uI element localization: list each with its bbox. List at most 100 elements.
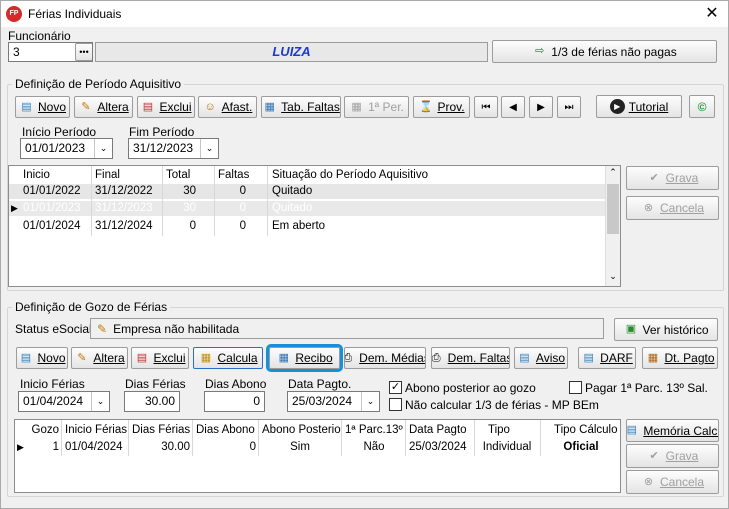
- darf-button[interactable]: ▤ DARF: [578, 347, 636, 369]
- esocial-label: Status eSocial:: [15, 322, 96, 336]
- doc-icon: ▤: [519, 351, 530, 364]
- col-divider: [192, 420, 193, 456]
- col-data-pagto: Data Pagto: [409, 424, 467, 436]
- grava-gozo-button[interactable]: ✔ Grava: [626, 444, 719, 468]
- dt-pagto-button[interactable]: ▦ Dt. Pagto: [642, 347, 718, 369]
- parc13-checkbox[interactable]: [569, 381, 582, 394]
- close-icon[interactable]: ✕: [701, 3, 723, 25]
- cell-parc13: Não: [363, 441, 385, 453]
- primeira-per-label: 1ª Per.: [368, 100, 404, 114]
- person-icon: ☺: [204, 100, 216, 113]
- exclui-label: Exclui: [159, 100, 192, 114]
- inicio-ferias-value: 01/04/2024: [23, 394, 84, 408]
- dias-abono-input[interactable]: 0: [204, 391, 265, 412]
- ferias-nao-pagas-label: 1/3 de férias não pagas: [551, 44, 677, 59]
- dt-pagto-label: Dt. Pagto: [664, 351, 715, 365]
- fim-periodo-input[interactable]: 31/12/2023 ⌄: [128, 138, 219, 159]
- grava-periodo-button[interactable]: ✔ Grava: [626, 166, 719, 190]
- ver-historico-label: Ver histórico: [642, 322, 709, 337]
- cell-situacao: Quitado: [272, 185, 313, 197]
- table-row-selected[interactable]: ▶ 1 01/04/2024 30.00 0 Sim Não 25/03/202…: [15, 440, 620, 455]
- ver-historico-button[interactable]: ▣ Ver histórico: [614, 318, 718, 341]
- calcula-button[interactable]: ▦ Calcula: [193, 347, 263, 369]
- dias-ferias-input[interactable]: 30.00: [124, 391, 180, 412]
- prov-button[interactable]: ⌛ Prov.: [413, 96, 470, 118]
- altera-periodo-button[interactable]: ✎ Altera: [74, 96, 133, 118]
- aviso-button[interactable]: ▤ Aviso: [514, 347, 568, 369]
- last-record-button[interactable]: ⏭: [557, 96, 581, 118]
- cell-inicio: 01/01/2023: [23, 202, 81, 214]
- tab-faltas-button[interactable]: ▦ Tab. Faltas: [261, 96, 341, 118]
- cell-total: 0: [189, 220, 196, 232]
- afast-label: Afast.: [221, 100, 253, 114]
- chevron-down-icon[interactable]: ⌄: [361, 392, 379, 411]
- cell-tipo: Individual: [482, 441, 532, 453]
- col-divider: [474, 420, 475, 456]
- cell-situacao: Em aberto: [272, 220, 326, 232]
- recibo-button[interactable]: ▦ Recibo: [266, 344, 343, 372]
- exclui-periodo-button[interactable]: ▤ Exclui: [137, 96, 195, 118]
- col-divider: [214, 166, 215, 236]
- gozo-grid: Gozo Inicio Férias Dias Férias Dias Abon…: [14, 419, 621, 493]
- cancela-gozo-button[interactable]: ⊗ Cancela: [626, 470, 719, 494]
- col-final: Final: [95, 169, 120, 181]
- cell-tipo-calculo: Oficial: [563, 441, 599, 453]
- altera-gozo-button[interactable]: ✎ Altera: [71, 347, 128, 369]
- dem-faltas-button[interactable]: ⎙ Dem. Faltas: [431, 347, 510, 369]
- novo-periodo-button[interactable]: ▤ Novo: [15, 96, 70, 118]
- doc-icon: ▤: [626, 424, 638, 436]
- cell-final: 31/12/2022: [95, 185, 153, 197]
- chevron-down-icon[interactable]: ⌄: [91, 392, 109, 411]
- afast-button[interactable]: ☺ Afast.: [198, 96, 257, 118]
- novo-gozo-button[interactable]: ▤ Novo: [16, 347, 68, 369]
- inicio-periodo-label: Início Período: [22, 125, 97, 139]
- col-total: Total: [166, 169, 191, 181]
- cell-final: 31/12/2023: [95, 202, 153, 214]
- inicio-periodo-input[interactable]: 01/01/2023 ⌄: [20, 138, 113, 159]
- cell-inicio: 01/01/2022: [23, 185, 81, 197]
- chevron-down-icon[interactable]: ⌄: [200, 139, 218, 158]
- chevron-down-icon[interactable]: ⌄: [94, 139, 112, 158]
- nao-calcular-checkbox[interactable]: [389, 398, 402, 411]
- title-bar: FP Férias Individuais ✕: [1, 1, 728, 27]
- table-row[interactable]: 01/01/2024 31/12/2024 0 0 Em aberto: [9, 219, 605, 234]
- lookup-button[interactable]: •••: [75, 43, 92, 61]
- altera-label: Altera: [97, 100, 129, 114]
- table-row-selected[interactable]: ▶ 01/01/2023 31/12/2023 30 0 Quitado: [9, 201, 605, 216]
- scroll-up-icon[interactable]: ⌃: [606, 167, 620, 178]
- doc-icon: ▤: [583, 351, 594, 364]
- refresh-button[interactable]: ©: [689, 95, 715, 118]
- primeira-per-button[interactable]: ▦ 1ª Per.: [344, 96, 409, 118]
- vertical-scrollbar[interactable]: ⌃ ⌄: [605, 166, 620, 286]
- ferias-nao-pagas-button[interactable]: ⇨ 1/3 de férias não pagas: [492, 40, 717, 63]
- exclui-gozo-button[interactable]: ▤ Exclui: [131, 347, 189, 369]
- fim-periodo-label: Fim Período: [129, 125, 195, 139]
- scroll-thumb[interactable]: [607, 184, 619, 234]
- calendar-icon: ▦: [647, 351, 659, 364]
- tutorial-button[interactable]: ▶ Tutorial: [596, 95, 682, 118]
- col-divider: [91, 166, 92, 236]
- col-divider: [258, 420, 259, 456]
- funcionario-code-input[interactable]: 3 •••: [8, 42, 93, 62]
- table-row[interactable]: 01/01/2022 31/12/2022 30 0 Quitado: [9, 184, 605, 199]
- inicio-ferias-input[interactable]: 01/04/2024 ⌄: [18, 391, 110, 412]
- table-icon: ▦: [264, 100, 275, 113]
- calcula-label: Calcula: [217, 351, 258, 365]
- dem-medias-button[interactable]: ⎙ Dem. Médias: [344, 347, 426, 369]
- memoria-calc-button[interactable]: ▤ Memória Calc.: [626, 419, 719, 442]
- cancel-circle-icon: ⊗: [643, 201, 654, 214]
- prev-record-button[interactable]: ◀: [501, 96, 525, 118]
- cancela-periodo-button[interactable]: ⊗ Cancela: [626, 196, 719, 220]
- col-inicio: Inicio: [23, 169, 50, 181]
- next-record-button[interactable]: ▶: [529, 96, 553, 118]
- first-record-button[interactable]: ⏮: [474, 96, 498, 118]
- data-pagto-input[interactable]: 25/03/2024 ⌄: [287, 391, 380, 412]
- dem-faltas-label: Dem. Faltas: [447, 351, 510, 365]
- col-dias-ferias: Dias Férias: [132, 424, 191, 436]
- last-icon: ⏭: [564, 101, 574, 113]
- tutorial-label: Tutorial: [628, 99, 669, 114]
- abono-posterior-checkbox[interactable]: ✓: [389, 381, 402, 394]
- cell-data-pagto: 25/03/2024: [409, 441, 467, 453]
- scroll-down-icon[interactable]: ⌄: [606, 271, 620, 282]
- calc-icon: ▦: [351, 100, 362, 113]
